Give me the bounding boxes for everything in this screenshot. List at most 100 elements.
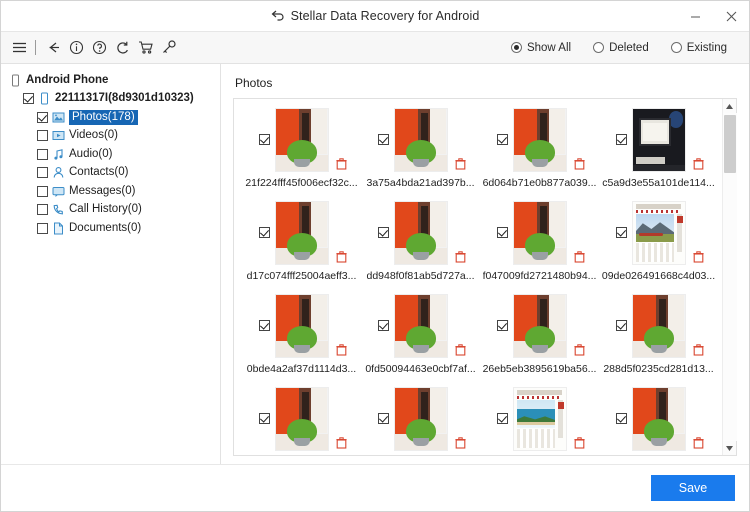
audio-checkbox[interactable]	[37, 149, 48, 160]
delete-icon[interactable]	[574, 437, 585, 449]
file-cell[interactable]: f047009fd2721480b94...	[480, 200, 599, 293]
key-icon[interactable]	[158, 37, 179, 59]
scrollbar-thumb[interactable]	[724, 115, 736, 173]
file-cell[interactable]: 2b5c270cfed71b7067...	[361, 386, 480, 455]
file-checkbox[interactable]	[259, 134, 270, 145]
thumbnail-box[interactable]	[243, 107, 361, 173]
thumbnail[interactable]	[394, 108, 448, 172]
thumbnail-box[interactable]	[481, 386, 599, 452]
delete-icon[interactable]	[455, 344, 466, 356]
documents-checkbox[interactable]	[37, 223, 48, 234]
photos-checkbox[interactable]	[37, 112, 48, 123]
thumbnail[interactable]	[632, 108, 686, 172]
filter-existing[interactable]: Existing	[671, 42, 727, 54]
thumbnail[interactable]	[632, 294, 686, 358]
tree-root-android-phone[interactable]: Android Phone	[1, 72, 220, 88]
file-checkbox[interactable]	[616, 134, 627, 145]
thumbnail[interactable]	[394, 294, 448, 358]
file-checkbox[interactable]	[497, 134, 508, 145]
thumbnail[interactable]	[513, 201, 567, 265]
call-history-checkbox[interactable]	[37, 204, 48, 215]
file-checkbox[interactable]	[378, 413, 389, 424]
file-checkbox[interactable]	[616, 320, 627, 331]
filter-deleted[interactable]: Deleted	[593, 42, 649, 54]
sidebar-item-contacts[interactable]: Contacts(0)	[1, 165, 220, 181]
delete-icon[interactable]	[574, 251, 585, 263]
delete-icon[interactable]	[693, 251, 704, 263]
file-checkbox[interactable]	[259, 320, 270, 331]
tree-item-device[interactable]: 22111317I(8d9301d10323)	[1, 91, 220, 107]
delete-icon[interactable]	[693, 344, 704, 356]
thumbnail-box[interactable]	[481, 293, 599, 359]
file-cell[interactable]: c5a9d3e55a101de114...	[599, 107, 718, 200]
delete-icon[interactable]	[693, 437, 704, 449]
thumbnail-box[interactable]	[600, 200, 718, 266]
sidebar-item-messages[interactable]: Messages(0)	[1, 183, 220, 199]
thumbnail[interactable]	[275, 294, 329, 358]
file-cell[interactable]: dd948f0f81ab5d727a...	[361, 200, 480, 293]
thumbnail-box[interactable]	[600, 293, 718, 359]
delete-icon[interactable]	[574, 344, 585, 356]
sidebar-item-photos[interactable]: Photos(178)	[1, 109, 220, 125]
close-button[interactable]	[713, 1, 749, 31]
delete-icon[interactable]	[455, 158, 466, 170]
thumbnail-box[interactable]	[362, 200, 480, 266]
file-checkbox[interactable]	[616, 413, 627, 424]
file-cell[interactable]: 6d064b71e0b877a039...	[480, 107, 599, 200]
videos-checkbox[interactable]	[37, 130, 48, 141]
file-cell[interactable]: 0bde4a2af37d1114d3...	[242, 293, 361, 386]
file-cell[interactable]: 21f224fff45f006ecf32c...	[242, 107, 361, 200]
file-cell[interactable]: 3101eaf065f9d5626cb...	[480, 386, 599, 455]
refresh-icon[interactable]	[112, 37, 133, 59]
filter-show-all[interactable]: Show All	[511, 42, 571, 54]
thumbnail-box[interactable]	[362, 293, 480, 359]
thumbnail[interactable]	[275, 108, 329, 172]
delete-icon[interactable]	[455, 437, 466, 449]
thumbnail-box[interactable]	[243, 293, 361, 359]
thumbnail-box[interactable]	[481, 107, 599, 173]
file-checkbox[interactable]	[259, 413, 270, 424]
thumbnail[interactable]	[275, 387, 329, 451]
scroll-up-arrow-icon[interactable]	[723, 99, 737, 113]
file-cell[interactable]: 3a75a4bda21ad397b...	[361, 107, 480, 200]
delete-icon[interactable]	[693, 158, 704, 170]
scrollbar-track[interactable]	[723, 113, 737, 441]
thumbnail-box[interactable]	[600, 107, 718, 173]
thumbnail[interactable]	[275, 201, 329, 265]
file-checkbox[interactable]	[378, 320, 389, 331]
file-checkbox[interactable]	[259, 227, 270, 238]
thumbnail[interactable]	[394, 387, 448, 451]
file-cell[interactable]: 26eb5eb3895619ba56...	[480, 293, 599, 386]
file-checkbox[interactable]	[497, 227, 508, 238]
delete-icon[interactable]	[574, 158, 585, 170]
thumbnail[interactable]	[632, 387, 686, 451]
file-cell[interactable]: 09de026491668c4d03...	[599, 200, 718, 293]
file-cell[interactable]: 288d5f0235cd281d13...	[599, 293, 718, 386]
messages-checkbox[interactable]	[37, 186, 48, 197]
contacts-checkbox[interactable]	[37, 167, 48, 178]
grid-scrollbar[interactable]	[722, 99, 736, 455]
thumbnail-box[interactable]	[362, 107, 480, 173]
help-icon[interactable]	[89, 37, 110, 59]
thumbnail-box[interactable]	[362, 386, 480, 452]
file-cell[interactable]: 3304edde4727d78185...	[242, 386, 361, 455]
thumbnail-box[interactable]	[243, 200, 361, 266]
back-arrow-icon[interactable]	[43, 37, 64, 59]
thumbnail-box[interactable]	[481, 200, 599, 266]
file-cell[interactable]: 0fd50094463e0cbf7af...	[361, 293, 480, 386]
thumbnail-box[interactable]	[243, 386, 361, 452]
sidebar-item-audio[interactable]: Audio(0)	[1, 146, 220, 162]
thumbnail-box[interactable]	[600, 386, 718, 452]
thumbnail[interactable]	[513, 387, 567, 451]
device-checkbox[interactable]	[23, 93, 34, 104]
file-checkbox[interactable]	[616, 227, 627, 238]
scroll-down-arrow-icon[interactable]	[723, 441, 737, 455]
delete-icon[interactable]	[336, 344, 347, 356]
minimize-button[interactable]	[677, 1, 713, 31]
thumbnail[interactable]	[394, 201, 448, 265]
thumbnail[interactable]	[632, 201, 686, 265]
cart-icon[interactable]	[135, 37, 156, 59]
sidebar-item-videos[interactable]: Videos(0)	[1, 128, 220, 144]
delete-icon[interactable]	[336, 158, 347, 170]
file-checkbox[interactable]	[378, 227, 389, 238]
